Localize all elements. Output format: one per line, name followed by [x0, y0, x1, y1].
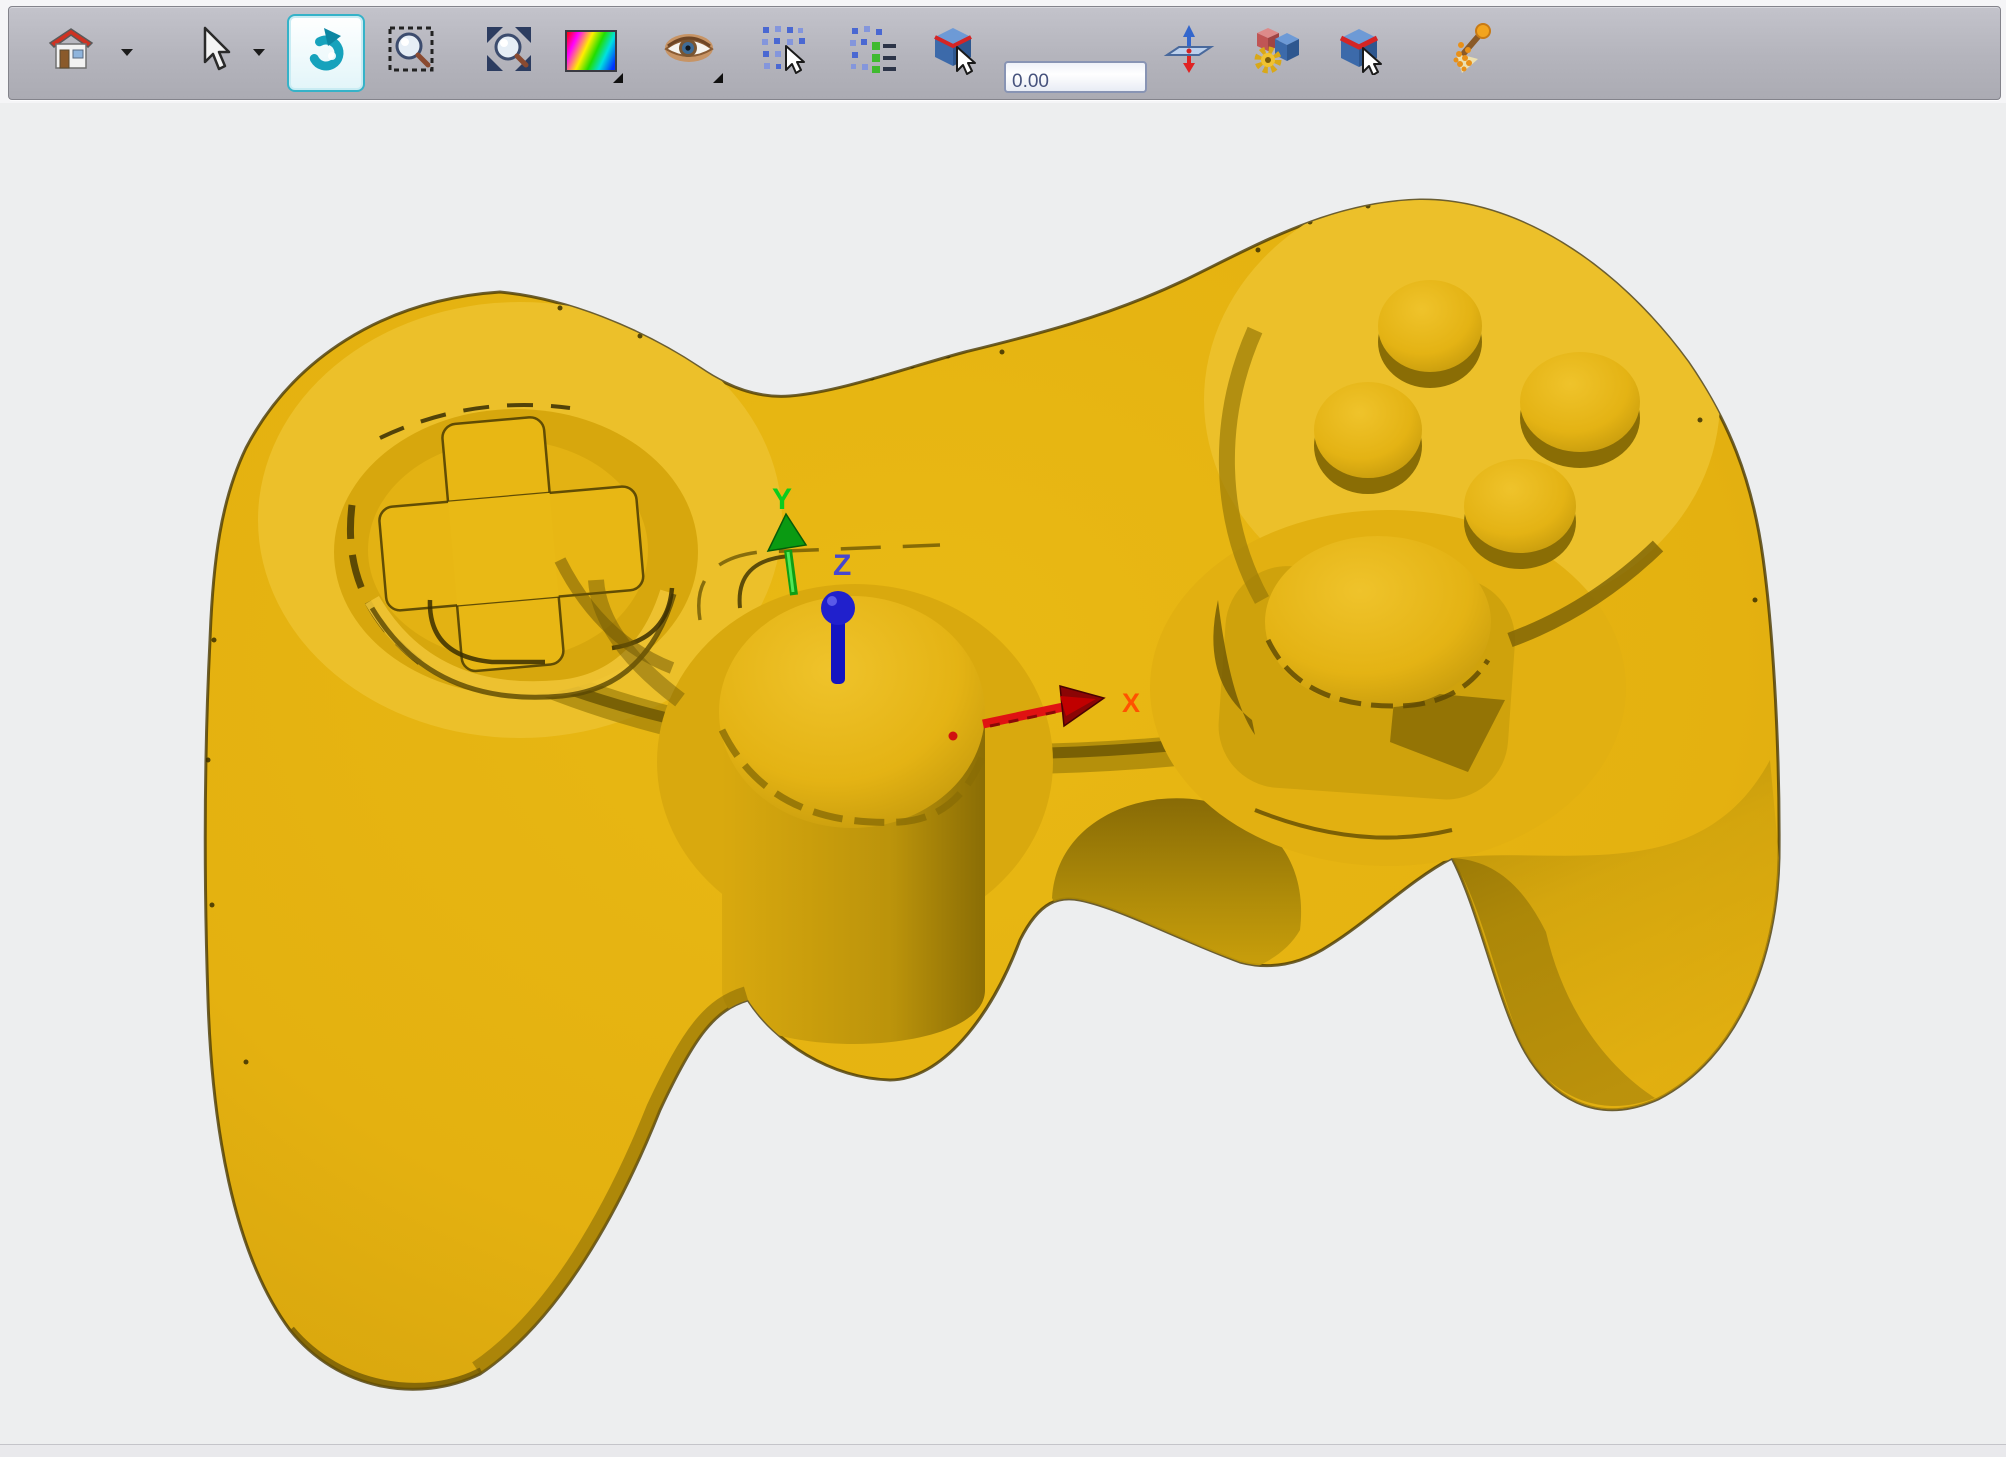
z-axis-shaft: [831, 618, 845, 684]
left-stick-dome: [719, 596, 985, 828]
model-scene[interactable]: Y Z X: [0, 0, 2006, 1457]
y-axis-label: Y: [772, 483, 792, 516]
gamepad-mesh: [205, 178, 1779, 1389]
application-window: Y Z X: [0, 0, 2006, 1457]
z-axis-ball: [821, 591, 855, 625]
x-axis-label: X: [1122, 688, 1140, 718]
z-axis-label: Z: [833, 549, 851, 582]
